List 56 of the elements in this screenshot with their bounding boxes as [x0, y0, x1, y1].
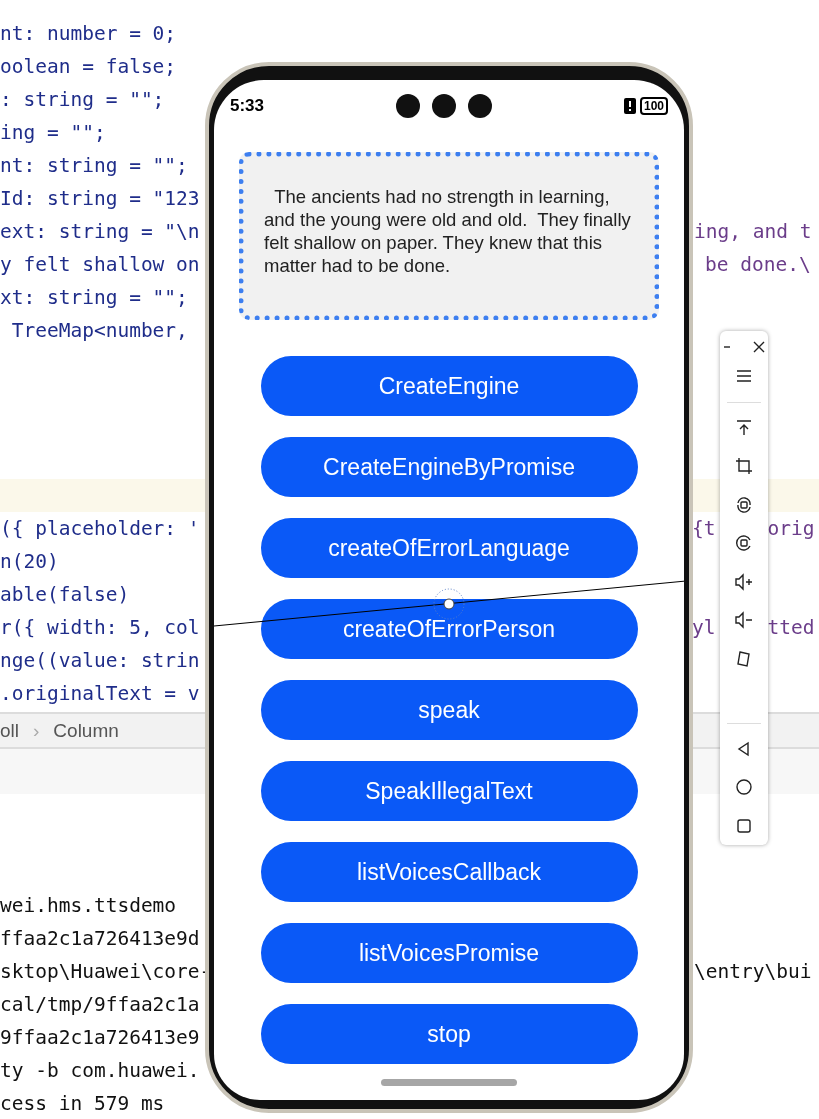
action-button[interactable]: CreateEngine	[260, 356, 638, 416]
camera-icon	[396, 94, 420, 118]
console-line: wei.hms.ttsdemo	[0, 894, 177, 917]
rotate-icon[interactable]	[734, 494, 754, 515]
console-line: ty -b com.huawei.	[0, 1059, 200, 1082]
action-button[interactable]: listVoicesCallback	[260, 842, 638, 902]
breadcrumb-item[interactable]: oll	[0, 719, 19, 742]
code-line: oolean = false;	[0, 55, 177, 78]
code-line: nt: number = 0;	[0, 22, 177, 45]
code-line: xt: string = "";	[0, 286, 188, 309]
crop-icon[interactable]	[734, 456, 754, 477]
camera-icon	[468, 94, 492, 118]
code-line: ({ placeholder: '	[0, 517, 200, 540]
alert-icon	[623, 98, 636, 114]
action-button[interactable]: createOfErrorPerson	[260, 599, 638, 659]
code-line: tted	[767, 616, 815, 639]
action-button[interactable]: SpeakIllegalText	[260, 761, 638, 821]
code-line: yl	[692, 616, 716, 639]
code-line: be done.\	[705, 253, 811, 276]
action-button[interactable]: speak	[260, 680, 638, 740]
code-line: r({ width: 5, col	[0, 616, 200, 639]
code-line: orig	[767, 517, 815, 540]
code-line: {t	[692, 517, 716, 540]
breadcrumb-item[interactable]: Column	[53, 719, 119, 742]
code-line: nge((value: strin	[0, 649, 200, 672]
code-line: ing = "";	[0, 121, 106, 144]
action-button[interactable]: stop	[260, 1004, 638, 1064]
battery-indicator: 100	[639, 97, 668, 115]
console-line: sktop\Huawei\core-	[0, 960, 212, 983]
code-line: TreeMap<number,	[10, 319, 188, 342]
home-icon[interactable]	[734, 777, 754, 798]
touch-point-icon	[433, 588, 465, 620]
code-line: Id: string = "123	[0, 187, 200, 210]
code-line: y felt shallow on	[0, 253, 200, 276]
code-line: .originalText = v	[0, 682, 200, 705]
chevron-separator: ›	[33, 719, 40, 742]
code-line: n(20)	[0, 550, 59, 573]
code-line: able(false)	[0, 583, 130, 606]
code-line: ext: string = "\n	[0, 220, 200, 243]
console-line: cal/tmp/9ffaa2c1a	[0, 993, 200, 1016]
action-button[interactable]: CreateEngineByPromise	[260, 437, 638, 497]
console-line: cess in 579 ms	[0, 1092, 165, 1115]
action-button[interactable]: createOfErrorLanguage	[260, 518, 638, 578]
code-line: : string = "";	[0, 88, 165, 111]
status-time: 5:33	[230, 96, 265, 116]
code-line: ing, and t	[694, 220, 812, 243]
text-area[interactable]: The ancients had no strength in learning, and the young were old and old. They finally felt shallow on paper. They knew that this matter had to be done.	[239, 152, 659, 320]
pin-top-icon[interactable]	[734, 417, 754, 438]
volume-up-icon[interactable]	[734, 571, 754, 592]
console-line: ffaa2c1a726413e9d	[0, 927, 200, 950]
camera-icon	[432, 94, 456, 118]
console-line: \entry\bui	[694, 960, 812, 983]
action-button[interactable]: listVoicesPromise	[260, 923, 638, 983]
volume-down-icon[interactable]	[734, 610, 754, 631]
console-line: 9ffaa2c1a726413e9	[0, 1026, 200, 1049]
code-line: nt: string = "";	[0, 154, 188, 177]
